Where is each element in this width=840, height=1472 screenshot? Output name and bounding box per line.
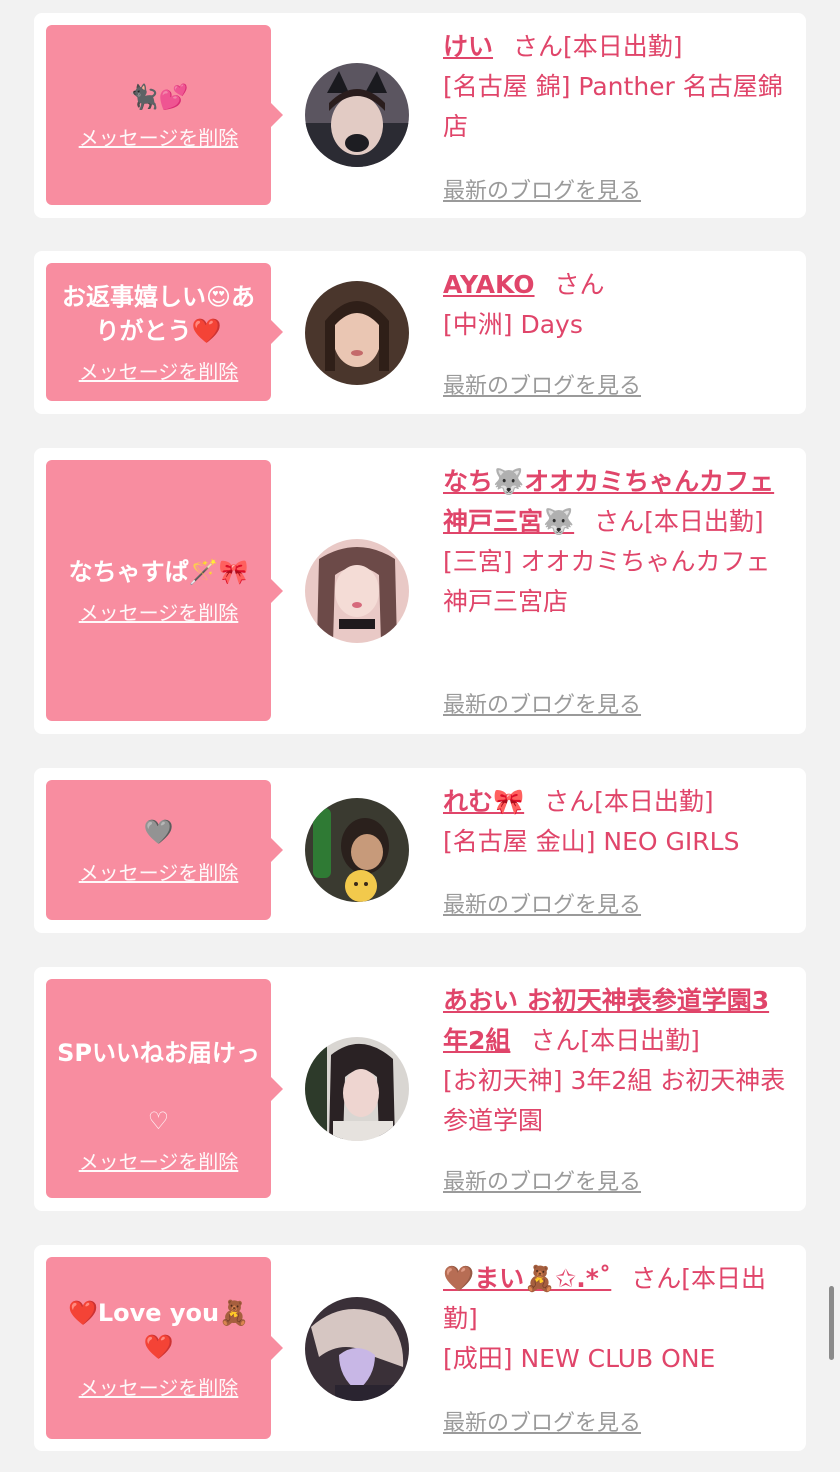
delete-message-link[interactable]: メッセージを削除	[79, 356, 239, 385]
message-card: SPいいねお届けっ ♡ メッセージを削除 あおい お初天神表参道学園3年2組 さん…	[34, 967, 806, 1211]
shop-name: [お初天神] 3年2組 お初天神表参道学園	[443, 1066, 786, 1135]
cast-info: 🤎まい🧸✩.*˚ さん[本日出勤] [成田] NEW CLUB ONE	[443, 1259, 792, 1379]
shop-name: [名古屋 錦] Panther 名古屋錦店	[443, 72, 783, 141]
message-card: 🐈‍⬛💕 メッセージを削除 けい さん[本日出勤] [名古屋 錦] Panther…	[34, 13, 806, 218]
avatar[interactable]	[305, 539, 409, 643]
cast-status: さん	[554, 270, 605, 299]
message-bubble: 🩶 メッセージを削除	[46, 780, 283, 920]
message-text: ❤️Love you🧸❤️	[67, 1298, 250, 1361]
cast-status: さん[本日出勤]	[594, 507, 764, 536]
message-sub: ♡	[147, 1107, 170, 1135]
blog-link[interactable]: 最新のブログを見る	[443, 1405, 641, 1437]
delete-message-link[interactable]: メッセージを削除	[79, 597, 239, 626]
message-card: お返事嬉しい😍ありがとう❤️ メッセージを削除 AYAKO さん [中洲] Day…	[34, 251, 806, 414]
message-text: 🐈‍⬛💕	[128, 82, 189, 111]
avatar[interactable]	[305, 1037, 409, 1141]
blog-link[interactable]: 最新のブログを見る	[443, 368, 641, 400]
shop-name: [中洲] Days	[443, 310, 583, 339]
message-text: お返事嬉しい😍ありがとう❤️	[61, 282, 256, 345]
delete-message-link[interactable]: メッセージを削除	[79, 1372, 239, 1401]
blog-link[interactable]: 最新のブログを見る	[443, 173, 641, 205]
cast-info: れむ🎀 さん[本日出勤] [名古屋 金山] NEO GIRLS	[443, 782, 792, 862]
avatar[interactable]	[305, 798, 409, 902]
message-bubble: なちゃすぱ🪄🎀 メッセージを削除	[46, 460, 283, 721]
message-bubble: 🐈‍⬛💕 メッセージを削除	[46, 25, 283, 205]
scrollbar[interactable]	[829, 1286, 834, 1360]
shop-name: [成田] NEW CLUB ONE	[443, 1344, 716, 1373]
message-text: なちゃすぱ🪄🎀	[68, 558, 249, 586]
cast-info: AYAKO さん [中洲] Days	[443, 265, 792, 345]
cast-status: さん[本日出勤]	[513, 32, 683, 61]
delete-message-link[interactable]: メッセージを削除	[79, 1146, 239, 1175]
shop-name: [三宮] オオカミちゃんカフェ神戸三宮店	[443, 547, 771, 616]
cast-info: なち🐺オオカミちゃんカフェ神戸三宮🐺 さん[本日出勤] [三宮] オオカミちゃんカ…	[443, 462, 792, 622]
delete-message-link[interactable]: メッセージを削除	[79, 857, 239, 886]
message-text: SPいいねお届けっ ♡	[57, 1002, 260, 1138]
delete-message-link[interactable]: メッセージを削除	[79, 122, 239, 151]
message-card: 🩶 メッセージを削除 れむ🎀 さん[本日出勤] [名古屋 金山] NEO GIRL…	[34, 768, 806, 933]
blog-link[interactable]: 最新のブログを見る	[443, 887, 641, 919]
message-card: ❤️Love you🧸❤️ メッセージを削除 🤎まい🧸✩.*˚ さん[本日出勤] …	[34, 1245, 806, 1451]
blog-link[interactable]: 最新のブログを見る	[443, 687, 641, 719]
message-text: 🩶	[143, 817, 174, 846]
blog-link[interactable]: 最新のブログを見る	[443, 1164, 641, 1196]
message-bubble: ❤️Love you🧸❤️ メッセージを削除	[46, 1257, 283, 1439]
cast-name-link[interactable]: AYAKO	[443, 270, 535, 299]
cast-name-link[interactable]: けい	[443, 32, 493, 61]
cast-info: あおい お初天神表参道学園3年2組 さん[本日出勤] [お初天神] 3年2組 お初…	[443, 981, 792, 1141]
cast-status: さん[本日出勤]	[530, 1026, 700, 1055]
cast-name-link[interactable]: 🤎まい🧸✩.*˚	[443, 1264, 611, 1293]
message-main: SPいいねお届けっ	[57, 1039, 260, 1067]
avatar[interactable]	[305, 63, 409, 167]
cast-name-link[interactable]: れむ🎀	[443, 787, 524, 816]
avatar[interactable]	[305, 1297, 409, 1401]
message-bubble: SPいいねお届けっ ♡ メッセージを削除	[46, 979, 283, 1198]
cast-info: けい さん[本日出勤] [名古屋 錦] Panther 名古屋錦店	[443, 27, 792, 147]
message-bubble: お返事嬉しい😍ありがとう❤️ メッセージを削除	[46, 263, 283, 401]
avatar[interactable]	[305, 281, 409, 385]
cast-status: さん[本日出勤]	[544, 787, 714, 816]
shop-name: [名古屋 金山] NEO GIRLS	[443, 827, 740, 856]
message-card: なちゃすぱ🪄🎀 メッセージを削除 なち🐺オオカミちゃんカフェ神戸三宮🐺 さん[本日…	[34, 448, 806, 734]
